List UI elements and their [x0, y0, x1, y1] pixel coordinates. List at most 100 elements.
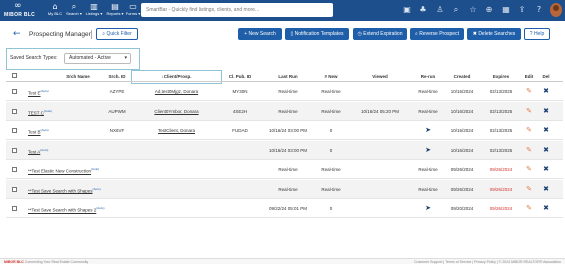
arrow-left-icon[interactable]: ← — [13, 28, 21, 40]
client-public-id-cell: FUDAD — [222, 121, 258, 140]
delete-searches-button[interactable]: ✖ Delete Searches — [467, 28, 521, 40]
created-cell-text: 09/26/2024 — [450, 167, 474, 172]
table-row[interactable]: Test A(Auto) 10/16/24 03:00 PM 0 ➤ 10/16/202… — [6, 140, 563, 160]
search-name-cell[interactable]: Test B(Auto) — [28, 121, 102, 140]
edit-pencil-icon[interactable]: ✎ — [525, 87, 533, 96]
rerun-rocket-icon[interactable]: ➤ — [423, 203, 433, 214]
delete-x-icon[interactable]: ✖ — [542, 87, 550, 96]
search-name-cell[interactable]: **Test Save Search with Shapes 2(Auto) — [28, 199, 104, 218]
extend-expiration-button[interactable]: ◷ Extend Expiration — [353, 28, 407, 40]
search-name-cell-text[interactable]: **Test Save Search with Shapes — [28, 188, 93, 193]
created-cell: 10/16/2024 — [443, 82, 481, 101]
smartbar-search-input[interactable]: SmartBar - Quickly find listings, client… — [141, 3, 333, 17]
edit-pencil-icon[interactable]: ✎ — [525, 165, 533, 174]
client-cell[interactable] — [131, 141, 222, 160]
table-row[interactable]: Test E(Auto) AZYPE Ad,test0Mjgz, Donara MY3… — [6, 82, 563, 101]
client-cell[interactable] — [131, 160, 222, 179]
search-icon[interactable]: ⌕ — [450, 4, 462, 16]
saved-search-types-label: Saved Search Types: — [10, 55, 58, 61]
delete-x-icon[interactable]: ✖ — [542, 165, 550, 174]
row-checkbox[interactable] — [12, 128, 17, 133]
created-cell-text: 09/20/2024 — [450, 206, 474, 211]
row-checkbox[interactable] — [12, 147, 17, 153]
delete-x-icon[interactable]: ✖ — [542, 185, 550, 194]
client-cell[interactable] — [131, 180, 222, 199]
edit-pencil-icon[interactable]: ✎ — [525, 204, 533, 213]
client-cell[interactable]: Ad,test0Mjgz, Donara — [131, 82, 222, 101]
mibor-blc-logo[interactable]: ∞ MIBOR BLC — [4, 2, 40, 19]
new-count-cell: Real-time — [318, 82, 344, 101]
client-cell-text[interactable]: TestClient, Donara — [158, 128, 195, 133]
table-row[interactable]: Test B(Auto) NX6VF TestClient, Donara FUDAD… — [6, 121, 563, 140]
search-name-cell-text[interactable]: Test A — [28, 149, 40, 154]
notification-templates-button[interactable]: ▯ Notification Templates — [285, 28, 349, 40]
delete-x-icon[interactable]: ✖ — [542, 107, 550, 116]
new-search-button[interactable]: + New Search — [238, 28, 282, 40]
new-count-cell-text: Real-time — [321, 167, 341, 172]
last-run-cell-text: Real-time — [278, 89, 298, 94]
row-checkbox[interactable] — [12, 89, 17, 94]
client-public-id-cell — [222, 180, 258, 199]
edit-pencil-icon[interactable]: ✎ — [525, 146, 533, 155]
search-name-cell-text[interactable]: Test B — [28, 130, 41, 135]
rerun-rocket-icon[interactable]: ➤ — [423, 125, 433, 136]
person-icon[interactable]: ♙ — [434, 4, 446, 16]
search-id-cell-text: AUPWM — [108, 108, 126, 114]
calculator-icon[interactable]: ▦ — [500, 4, 512, 16]
footer-links[interactable]: Customer Support | Terms of Service | Pr… — [414, 259, 561, 265]
rerun-cell-text: Real-time — [418, 89, 438, 94]
edit-pencil-icon[interactable]: ✎ — [525, 185, 533, 194]
saved-search-types-value: Automated - Active — [69, 55, 111, 61]
search-id-cell — [103, 180, 131, 199]
saved-search-types-panel: Saved Search Types: Automated - Active ▾ — [6, 48, 140, 70]
client-cell[interactable]: TestClient, Donara — [131, 121, 222, 140]
search-name-cell-text[interactable]: **Test Elastic New Construction — [28, 169, 91, 174]
client-public-id-cell-text: 4SE2H — [232, 108, 248, 114]
share-icon[interactable]: ⇪ — [516, 4, 528, 16]
row-checkbox[interactable] — [12, 108, 17, 114]
last-run-cell: Real-time — [260, 180, 316, 199]
rerun-rocket-icon[interactable]: ➤ — [423, 145, 433, 156]
table-row[interactable]: **Test Save Search with Shapes 2(Auto) 09… — [6, 199, 563, 218]
row-checkbox[interactable] — [12, 167, 17, 172]
edit-pencil-icon[interactable]: ✎ — [525, 107, 533, 116]
saved-search-types-select[interactable]: Automated - Active ▾ — [64, 53, 131, 64]
search-name-cell[interactable]: TEST C(Auto) — [28, 102, 102, 121]
title-divider — [91, 30, 92, 39]
search-name-cell-text[interactable]: **Test Save Search with Shapes 2 — [28, 208, 96, 213]
search-name-cell-text[interactable]: Test E — [28, 91, 41, 96]
search-name-cell-text[interactable]: TEST C — [28, 110, 44, 115]
search-name-cell[interactable]: Test A(Auto) — [28, 141, 102, 160]
help-icon[interactable]: ? — [533, 4, 545, 16]
client-cell-text[interactable]: Client0Ymbor, Donara — [154, 109, 198, 114]
table-row[interactable]: **Test Elastic New Construction(Auto) Rea… — [6, 160, 563, 179]
edit-pencil-icon[interactable]: ✎ — [525, 126, 533, 135]
last-run-cell: Real-time — [260, 160, 316, 179]
last-run-cell: Real-time — [260, 82, 316, 101]
user-avatar[interactable] — [550, 3, 562, 17]
reverse-prospect-button[interactable]: ⌕ Reverse Prospect — [410, 28, 464, 40]
last-run-cell-text: 09/22/24 05:01 PM — [268, 206, 308, 211]
help-button[interactable]: ? Help — [524, 28, 550, 40]
table-row[interactable]: TEST C(Auto) AUPWM Client0Ymbor, Donara 4SE… — [6, 101, 563, 121]
search-name-cell[interactable]: **Test Elastic New Construction(Auto) — [28, 160, 102, 179]
rerun-cell: Real-time — [415, 180, 441, 199]
table-row[interactable]: **Test Save Search with Shapes(Auto) Real… — [6, 179, 563, 199]
delete-x-icon[interactable]: ✖ — [542, 146, 550, 155]
quick-filter-button[interactable]: ⌕ Quick Filter — [96, 28, 138, 40]
client-cell[interactable]: Client0Ymbor, Donara — [131, 102, 222, 121]
folder-icon[interactable]: ▣ — [401, 4, 413, 16]
search-name-cell[interactable]: Test E(Auto) — [28, 82, 102, 101]
delete-x-icon[interactable]: ✖ — [542, 204, 550, 213]
globe-icon[interactable]: ⊕ — [483, 4, 495, 16]
delete-x-icon[interactable]: ✖ — [542, 126, 550, 135]
select-all-checkbox[interactable] — [12, 73, 17, 78]
new-count-cell-text: Real-time — [321, 89, 341, 94]
client-cell[interactable] — [131, 199, 222, 218]
row-checkbox[interactable] — [12, 186, 17, 192]
people-icon[interactable]: ♣ — [417, 4, 429, 16]
row-checkbox[interactable] — [12, 206, 17, 211]
client-cell-text[interactable]: Ad,test0Mjgz, Donara — [155, 89, 198, 94]
search-name-cell[interactable]: **Test Save Search with Shapes(Auto) — [28, 180, 102, 199]
star-icon[interactable]: ☆ — [467, 4, 479, 16]
